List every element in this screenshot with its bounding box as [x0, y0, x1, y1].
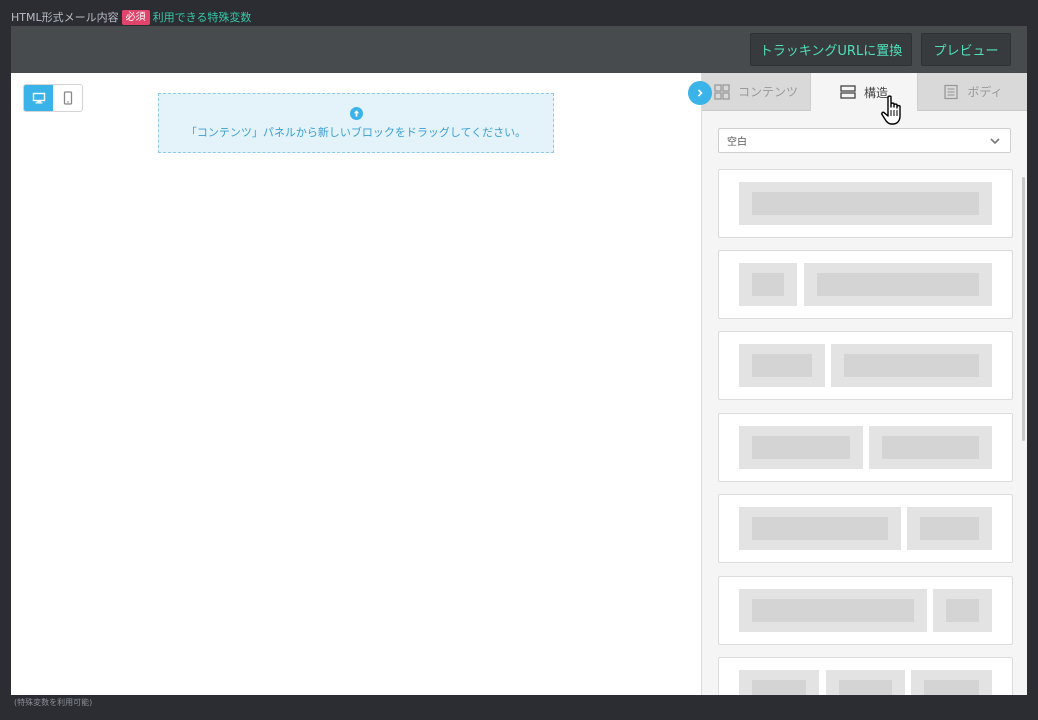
drop-zone[interactable]: 「コンテンツ」パネルから新しいブロックをドラッグしてください。 — [158, 93, 554, 153]
layout-column — [911, 670, 992, 695]
mobile-icon — [63, 91, 72, 105]
field-label-row: HTML形式メール内容 必須 利用できる特殊変数 — [11, 9, 251, 25]
chevron-down-icon — [990, 138, 1000, 145]
document-icon — [943, 84, 959, 100]
layout-column — [831, 344, 992, 387]
editor-toolbar: トラッキングURLに置換 プレビュー — [11, 26, 1027, 73]
email-editor: トラッキングURLに置換 プレビュー 「コンテンツ」パネルから新しいブロックをド… — [11, 26, 1027, 695]
layout-option-3-columns[interactable] — [718, 657, 1013, 695]
preview-button[interactable]: プレビュー — [921, 33, 1011, 66]
footer-note: (特殊変数を利用可能) — [14, 698, 93, 707]
layout-column — [869, 426, 992, 469]
desktop-icon — [32, 92, 45, 104]
layout-option-third-twothird[interactable] — [718, 331, 1013, 400]
layout-column — [739, 426, 863, 469]
panel-scrollbar[interactable] — [1022, 177, 1025, 441]
layout-list — [718, 169, 1013, 695]
layout-option-wide-narrow[interactable] — [718, 576, 1013, 645]
layout-column — [739, 263, 797, 306]
layout-column — [739, 670, 819, 695]
desktop-view-button[interactable] — [24, 85, 53, 111]
device-toggle — [23, 84, 83, 112]
structure-filter-select[interactable]: 空白 — [718, 128, 1011, 153]
editor-canvas: 「コンテンツ」パネルから新しいブロックをドラッグしてください。 — [11, 73, 701, 695]
tab-contents[interactable]: コンテンツ — [702, 73, 810, 111]
hand-cursor-icon — [881, 95, 901, 125]
collapse-panel-button[interactable] — [688, 81, 712, 105]
field-label: HTML形式メール内容 — [11, 11, 119, 24]
required-badge: 必須 — [121, 9, 150, 25]
layout-column — [739, 589, 927, 632]
drop-zone-text: 「コンテンツ」パネルから新しいブロックをドラッグしてください。 — [185, 125, 527, 139]
layout-option-half-half[interactable] — [718, 413, 1013, 482]
side-panel: コンテンツ 構造 ボディ 空白 — [688, 73, 1027, 695]
layout-column — [826, 670, 905, 695]
tracking-url-button[interactable]: トラッキングURLに置換 — [750, 33, 912, 66]
mobile-view-button[interactable] — [53, 85, 82, 111]
upload-arrow-icon — [349, 106, 363, 120]
layout-column — [804, 263, 992, 306]
tab-body[interactable]: ボディ — [918, 73, 1027, 111]
grid-icon — [714, 83, 730, 100]
select-value: 空白 — [727, 137, 747, 148]
layout-column — [739, 344, 825, 387]
layout-option-twothird-third[interactable] — [718, 494, 1013, 563]
layout-column — [739, 507, 901, 550]
layout-column — [739, 182, 992, 225]
rows-icon — [840, 84, 856, 100]
tab-body-label: ボディ — [967, 85, 1003, 99]
layout-column — [933, 589, 992, 632]
layout-option-narrow-wide[interactable] — [718, 250, 1013, 319]
layout-column — [907, 507, 992, 550]
tab-contents-label: コンテンツ — [737, 85, 798, 99]
chevron-right-icon — [697, 89, 703, 97]
special-vars-link[interactable]: 利用できる特殊変数 — [153, 9, 252, 25]
layout-option-1-column[interactable] — [718, 169, 1013, 238]
panel-tabs: コンテンツ 構造 ボディ — [702, 73, 1027, 111]
